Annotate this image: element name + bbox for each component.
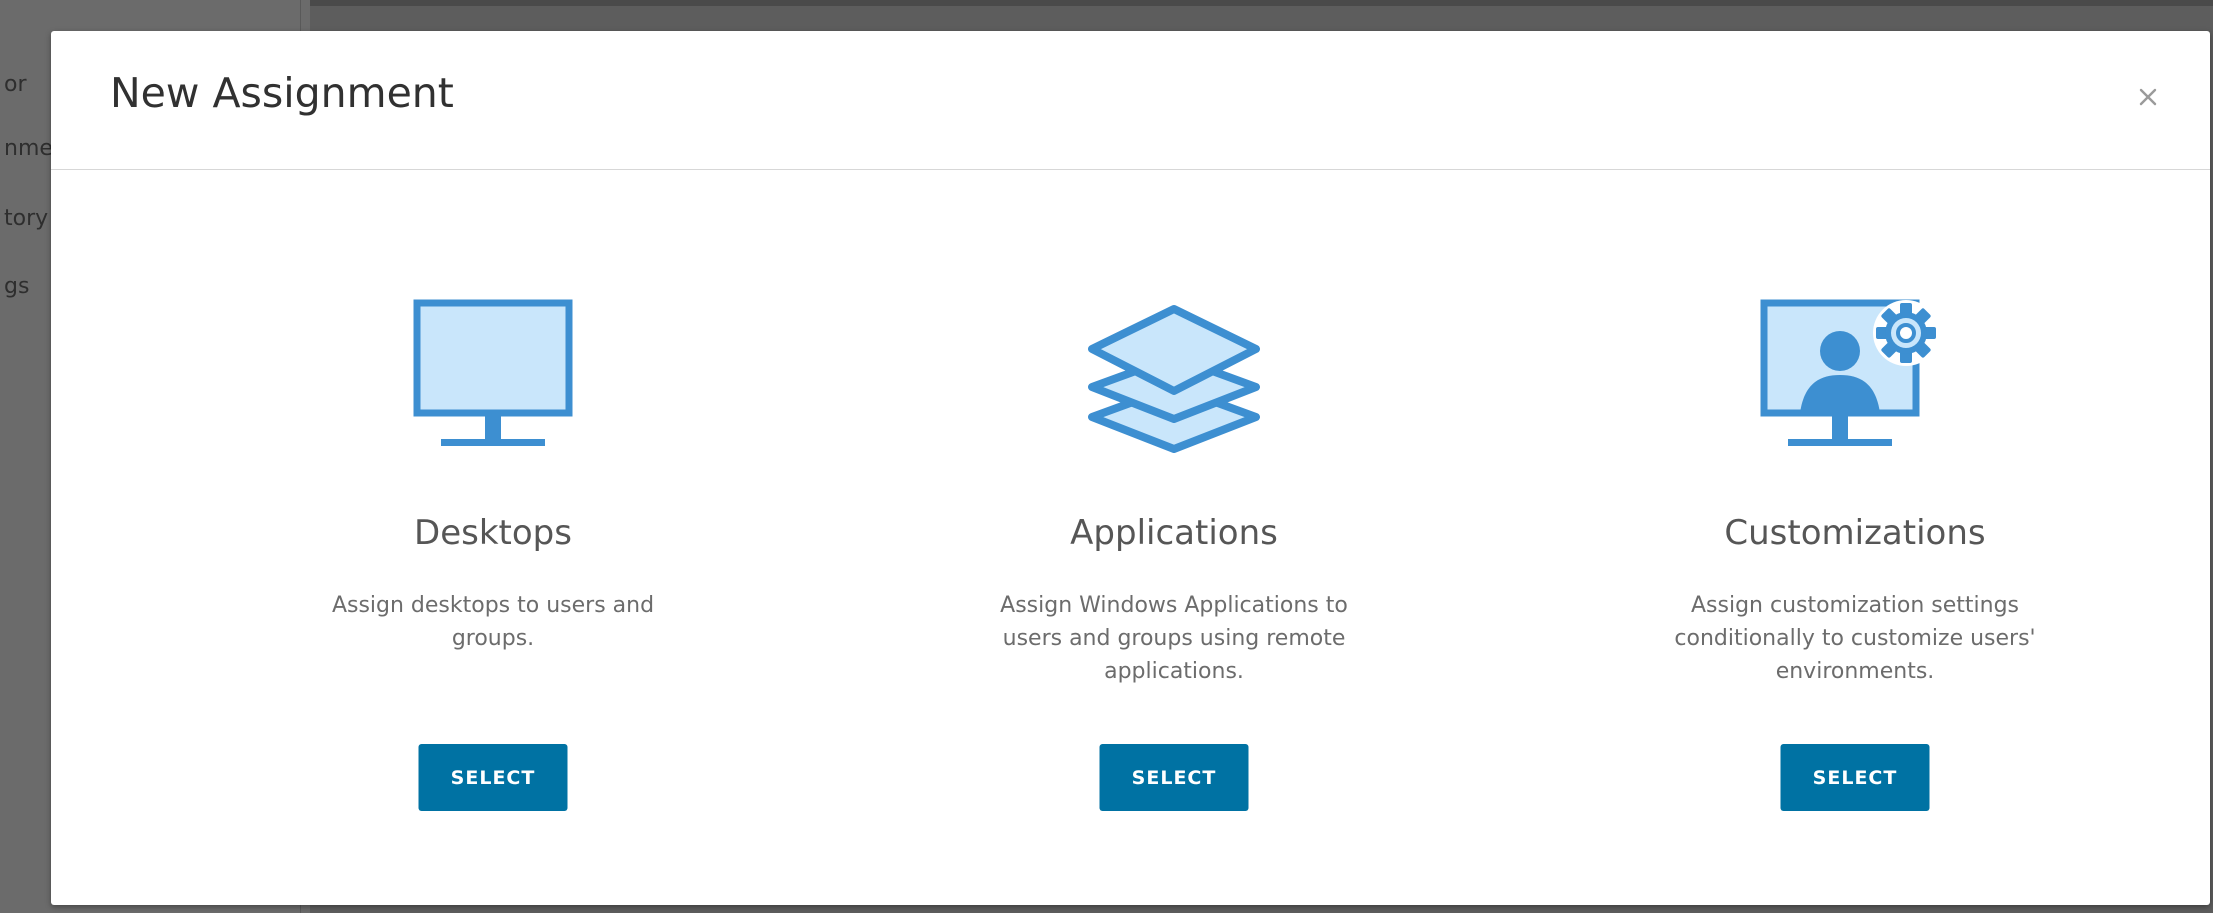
background-nav-fragment: or [4, 72, 27, 97]
modal-header: New Assignment [51, 31, 2210, 170]
select-applications-button[interactable]: SELECT [1099, 744, 1249, 811]
select-customizations-button[interactable]: SELECT [1780, 744, 1930, 811]
stacked-layers-icon [1088, 305, 1260, 453]
close-icon [2139, 88, 2157, 106]
desktop-monitor-icon [413, 299, 573, 446]
user-monitor-gear-icon [1760, 299, 1939, 446]
modal-title: New Assignment [110, 69, 454, 117]
option-title: Desktops [414, 513, 572, 553]
option-description: Assign Windows Applications to users and… [1000, 593, 1348, 684]
option-desktops: Desktops Assign desktops to users and gr… [233, 169, 753, 905]
new-assignment-modal: New Assignment Desktops Assign desktops … [51, 31, 2210, 905]
option-description: Assign desktops to users and groups. [331, 593, 655, 651]
background-top-bar [0, 0, 2213, 6]
background-nav-fragment: gs [4, 274, 30, 299]
option-applications: Applications Assign Windows Applications… [914, 169, 1434, 905]
option-description: Assign customization settings conditiona… [1674, 593, 2036, 684]
option-customizations: Customizations Assign customization sett… [1595, 169, 2115, 905]
option-title: Customizations [1724, 513, 1986, 553]
close-button[interactable] [2126, 75, 2170, 119]
background-nav-fragment: tory [4, 206, 49, 231]
select-desktops-button[interactable]: SELECT [418, 744, 568, 811]
background-nav-fragment: nme [4, 136, 53, 161]
option-title: Applications [1070, 513, 1278, 553]
